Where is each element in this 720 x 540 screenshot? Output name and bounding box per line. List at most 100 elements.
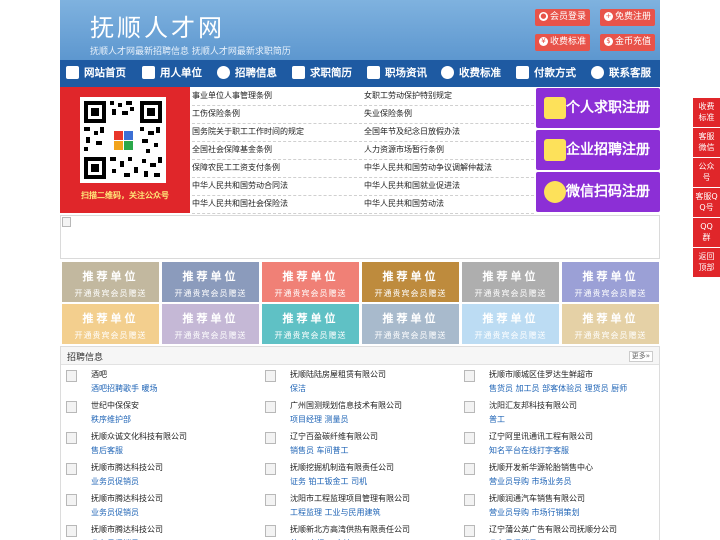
job-positions[interactable]: 工程监理 工业与民用建筑 — [290, 507, 381, 518]
job-item[interactable]: 抚顺开发新华源轮胎销售中心 营业员导购 市场业务员 — [459, 460, 655, 490]
recommend-slot[interactable]: 推荐单位 开通贵宾会员赠送 — [162, 304, 259, 344]
ad-banner[interactable] — [60, 215, 660, 259]
job-item[interactable]: 抚顺润通汽车销售有限公司 营业员导购 市场行销策划 — [459, 491, 655, 521]
regulation-link[interactable]: 中华人民共和国劳动争议调解仲裁法 — [364, 160, 534, 178]
job-item[interactable]: 抚顺市腾达科技公司业务员促销员 — [61, 522, 257, 540]
float-button[interactable]: 收费 标准 — [693, 98, 720, 127]
regulation-link[interactable]: 中华人民共和国就业促进法 — [364, 178, 534, 196]
company-name[interactable]: 沈阳市工程监理项目管理有限公司 — [290, 493, 410, 504]
pricing-button[interactable]: ¥ 收费标准 — [535, 34, 590, 51]
regulation-link[interactable]: 国务院关于职工工作时间的规定 — [192, 124, 362, 142]
site-title[interactable]: 抚顺人才网 — [90, 8, 225, 43]
regulation-link[interactable]: 事业单位人事管理条例 — [192, 88, 362, 106]
company-name[interactable]: 抚顺市腾达科技公司 — [91, 524, 163, 535]
float-button[interactable]: 客服 微信 — [693, 128, 720, 157]
job-positions[interactable]: 售后客服 — [91, 445, 123, 456]
company-name[interactable]: 沈阳汇友邦科技有限公司 — [489, 400, 577, 411]
regulation-link[interactable]: 中华人民共和国劳动法 — [364, 196, 534, 214]
company-name[interactable]: 辽宁蒲公英广告有限公司抚顺分公司 — [489, 524, 617, 535]
company-name[interactable]: 抚顺市腾达科技公司 — [91, 493, 163, 504]
recommend-slot[interactable]: 推荐单位 开通贵宾会员赠送 — [62, 304, 159, 344]
float-button[interactable]: 公众号 — [693, 158, 720, 187]
regulation-link[interactable]: 全国社会保障基金条例 — [192, 142, 362, 160]
job-positions[interactable]: 营业员导购 市场业务员 — [489, 476, 572, 487]
recommend-slot[interactable]: 推荐单位 开通贵宾会员赠送 — [262, 304, 359, 344]
job-item[interactable]: 广州国测规划信息技术有限公司 项目经理 测量员 — [260, 398, 456, 428]
recommend-slot[interactable]: 推荐单位 开通贵宾会员赠送 — [362, 304, 459, 344]
company-name[interactable]: 广州国测规划信息技术有限公司 — [290, 400, 402, 411]
company-name[interactable]: 辽宁阿里讯通讯工程有限公司 — [489, 431, 593, 442]
jobs-more-link[interactable]: 更多» — [628, 351, 653, 362]
company-name[interactable]: 辽宁百盈碳纤维有限公司 — [290, 431, 378, 442]
recommend-slot[interactable]: 推荐单位 开通贵宾会员赠送 — [362, 262, 459, 302]
job-positions[interactable]: 业务员促销员 — [91, 507, 139, 518]
company-register-button[interactable]: 企业招聘注册 — [536, 130, 660, 170]
job-positions[interactable]: 业务员促销员 — [91, 476, 139, 487]
job-positions[interactable]: 酒吧招聘歌手 暖场 — [91, 383, 158, 394]
nav-recruitment[interactable]: 招聘信息 — [217, 60, 277, 87]
recharge-button[interactable]: $ 金币充值 — [600, 34, 655, 51]
recommend-slot[interactable]: 推荐单位 开通贵宾会员赠送 — [462, 262, 559, 302]
nav-payment[interactable]: 付款方式 — [516, 60, 576, 87]
login-button[interactable]: ● 会员登录 — [535, 9, 590, 26]
job-item[interactable]: 抚顺市腾达科技公司业务员促销员 — [61, 460, 257, 490]
regulation-link[interactable]: 中华人民共和国劳动合同法 — [192, 178, 362, 196]
job-item[interactable]: 沈阳市工程监理项目管理有限公司 工程监理 工业与民用建筑 — [260, 491, 456, 521]
nav-news[interactable]: 职场资讯 — [367, 60, 427, 87]
regulation-link[interactable]: 中华人民共和国社会保险法 — [192, 196, 362, 214]
job-positions[interactable]: 秩序维护部 — [91, 414, 131, 425]
recommend-slot[interactable]: 推荐单位 开通贵宾会员赠送 — [62, 262, 159, 302]
company-name[interactable]: 抚顺开发新华源轮胎销售中心 — [489, 462, 593, 473]
job-item[interactable]: 酒吧酒吧招聘歌手 暖场 — [61, 367, 257, 397]
recommend-slot[interactable]: 推荐单位 开通贵宾会员赠送 — [562, 304, 659, 344]
wechat-register-button[interactable]: 微信扫码注册 — [536, 172, 660, 212]
job-item[interactable]: 抚顺挖掘机制造有限责任公司 证务 铂工钣金工 司机 — [260, 460, 456, 490]
job-positions[interactable]: 营业员导购 市场行销策划 — [489, 507, 580, 518]
regulation-link[interactable]: 工伤保险条例 — [192, 106, 362, 124]
float-button[interactable]: 客服Q Q号 — [693, 188, 720, 217]
nav-contact[interactable]: 联系客服 — [591, 60, 651, 87]
float-button[interactable]: QQ 群 — [693, 218, 720, 247]
float-button[interactable]: 返回 顶部 — [693, 248, 720, 277]
company-name[interactable]: 世纪中保保安 — [91, 400, 139, 411]
personal-register-button[interactable]: 个人求职注册 — [536, 88, 660, 128]
job-positions[interactable]: 证务 铂工钣金工 司机 — [290, 476, 367, 487]
job-item[interactable]: 辽宁蒲公英广告有限公司抚顺分公司业务员促销员 — [459, 522, 655, 540]
job-positions[interactable]: 项目经理 测量员 — [290, 414, 349, 425]
job-item[interactable]: 抚顺市腾达科技公司业务员促销员 — [61, 491, 257, 521]
nav-home[interactable]: 网站首页 — [66, 60, 126, 87]
nav-employers[interactable]: 用人单位 — [142, 60, 202, 87]
regulation-link[interactable]: 失业保险条例 — [364, 106, 534, 124]
company-name[interactable]: 抚顺挖掘机制造有限责任公司 — [290, 462, 394, 473]
regulation-link[interactable]: 保障农民工工资支付条例 — [192, 160, 362, 178]
company-name[interactable]: 抚顺市腾达科技公司 — [91, 462, 163, 473]
regulation-link[interactable]: 女职工劳动保护特别规定 — [364, 88, 534, 106]
recommend-slot[interactable]: 推荐单位 开通贵宾会员赠送 — [462, 304, 559, 344]
job-item[interactable]: 抚顺市顺城区佳罗达生鲜超市售货员 加工员 部客体验员 理货员 厨师 — [459, 367, 655, 397]
nav-resumes[interactable]: 求职简历 — [292, 60, 352, 87]
job-positions[interactable]: 普工 — [489, 414, 505, 425]
job-positions[interactable]: 售货员 加工员 部客体验员 理货员 厨师 — [489, 383, 627, 394]
recommend-slot[interactable]: 推荐单位 开通贵宾会员赠送 — [162, 262, 259, 302]
job-item[interactable]: 世纪中保保安 秩序维护部 — [61, 398, 257, 428]
job-positions[interactable]: 知名平台在线打字客服 — [489, 445, 569, 456]
job-positions[interactable]: 保洁 — [290, 383, 306, 394]
company-name[interactable]: 抚顺新北方高湾供热有限责任公司 — [290, 524, 410, 535]
recommend-slot[interactable]: 推荐单位 开通贵宾会员赠送 — [262, 262, 359, 302]
recommend-slot[interactable]: 推荐单位 开通贵宾会员赠送 — [562, 262, 659, 302]
regulation-link[interactable]: 人力资源市场暂行条例 — [364, 142, 534, 160]
job-item[interactable]: 抚顺众诚文化科技有限公司 售后客服 — [61, 429, 257, 459]
job-item[interactable]: 辽宁百盈碳纤维有限公司 销售员 车间普工 — [260, 429, 456, 459]
job-item[interactable]: 抚顺陆陆房屋租赁有限公司 保洁 — [260, 367, 456, 397]
register-button[interactable]: + 免费注册 — [600, 9, 655, 26]
company-name[interactable]: 抚顺众诚文化科技有限公司 — [91, 431, 187, 442]
job-positions[interactable]: 销售员 车间普工 — [290, 445, 349, 456]
company-name[interactable]: 抚顺润通汽车销售有限公司 — [489, 493, 585, 504]
company-name[interactable]: 抚顺陆陆房屋租赁有限公司 — [290, 369, 386, 380]
nav-pricing[interactable]: 收费标准 — [441, 60, 501, 87]
job-item[interactable]: 沈阳汇友邦科技有限公司 普工 — [459, 398, 655, 428]
regulation-link[interactable]: 全国年节及纪念日放假办法 — [364, 124, 534, 142]
company-name[interactable]: 酒吧 — [91, 369, 107, 380]
job-item[interactable]: 抚顺新北方高湾供热有限责任公司普工 电焊工 会计 — [260, 522, 456, 540]
company-name[interactable]: 抚顺市顺城区佳罗达生鲜超市 — [489, 369, 593, 380]
